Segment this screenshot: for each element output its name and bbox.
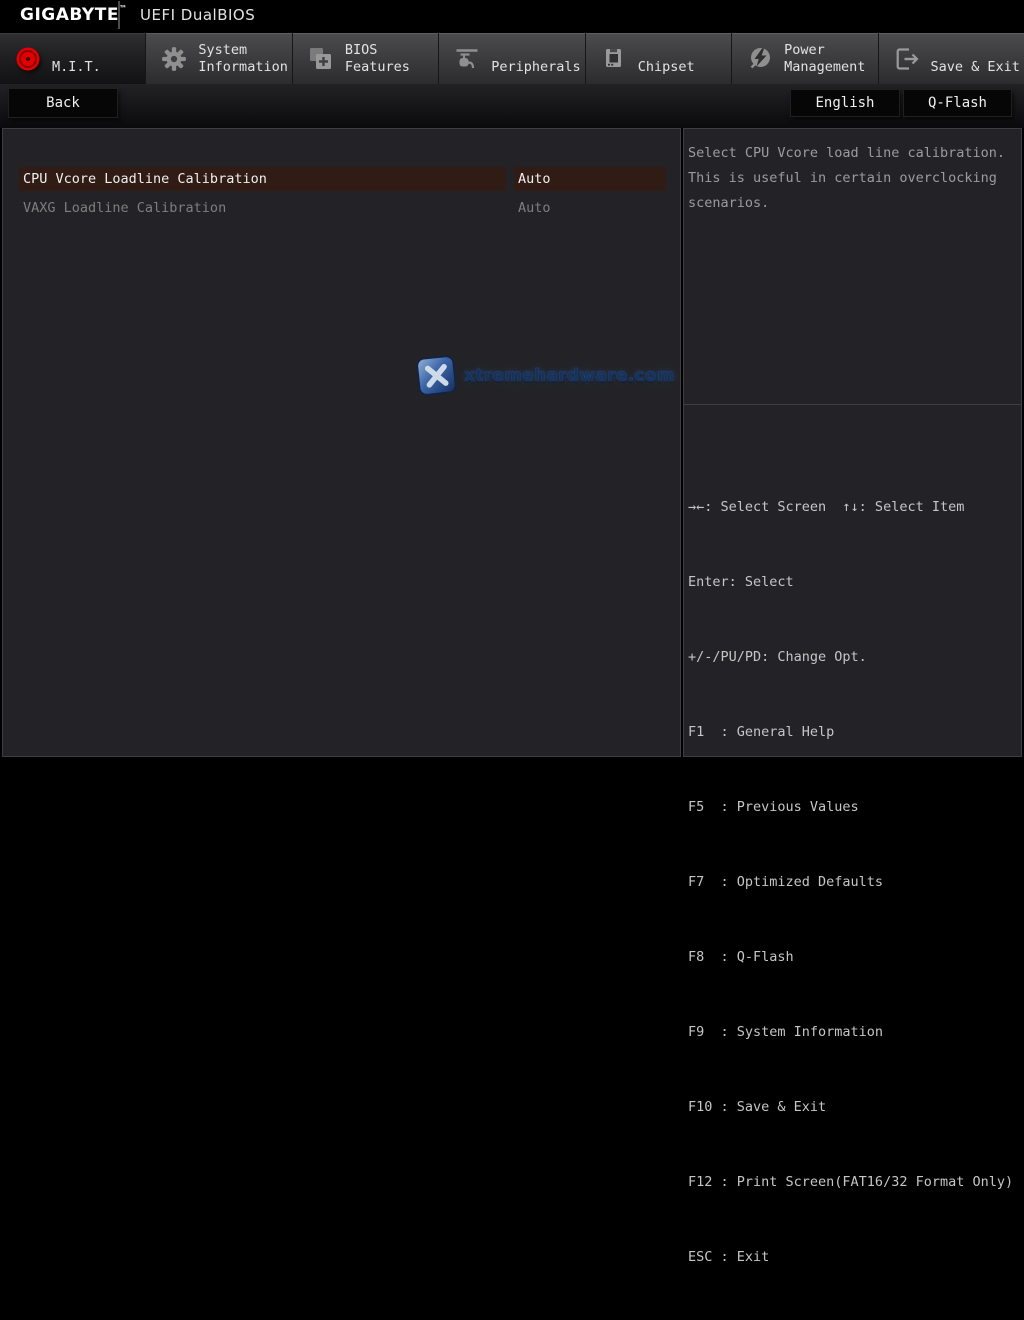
top-bar: GIGABYTE™ UEFI DualBIOS [0,0,1024,30]
gigabyte-logo: GIGABYTE™ [20,4,128,25]
save-exit-icon [896,47,919,70]
tab-label: Chipset [637,59,695,75]
legend-line: →←: Select Screen ↑↓: Select Item [688,499,965,515]
gear-icon [162,46,187,71]
legend-line: F7 : Optimized Defaults [688,874,884,890]
legend-line: F8 : Q-Flash [688,949,794,965]
chipset-icon [605,48,621,67]
tab-label: BIOS Features [344,42,410,75]
topbar-divider [118,1,120,29]
legend-line: ESC : Exit [688,1249,770,1265]
watermark: xtremehardware.com [416,355,675,396]
mit-icon [16,47,40,70]
tab-system-information[interactable]: System Information [145,33,292,84]
tab-chipset[interactable]: Chipset [584,33,732,84]
help-description: Select CPU Vcore load line calibration. … [688,145,1005,211]
tab-mit[interactable]: M.I.T. [0,33,146,84]
legend-line: F10 : Save & Exit [688,1099,827,1115]
toolbar-row: Back English Q-Flash [0,84,1024,128]
bios-chip-icon [309,47,331,69]
qflash-button[interactable]: Q-Flash [903,89,1012,117]
legend-line: F5 : Previous Values [688,799,859,815]
legend-line: F12 : Print Screen(FAT16/32 Format Only) [688,1174,1014,1190]
bios-title: UEFI DualBIOS [140,6,256,24]
language-button[interactable]: English [790,89,900,117]
setting-label[interactable]: VAXG Loadline Calibration [19,196,506,220]
help-panel: Select CPU Vcore load line calibration. … [683,128,1022,1265]
watermark-text: xtremehardware.com [464,366,675,386]
tab-label: Power Management [784,42,866,75]
legend-line: Enter: Select [688,574,794,590]
peripherals-icon [456,48,478,68]
tab-label: System Information [198,42,288,75]
tab-peripherals[interactable]: Peripherals [438,33,585,84]
setting-label[interactable]: CPU Vcore Loadline Calibration [19,167,506,191]
tab-label: Save & Exit [930,59,1020,75]
legend-line: F1 : General Help [688,724,835,740]
tab-save-exit[interactable]: Save & Exit [877,33,1024,84]
tab-bar: M.I.T. System Information BIOS Features … [0,30,1024,84]
tab-bios-features[interactable]: BIOS Features [291,33,439,84]
legend-line: +/-/PU/PD: Change Opt. [688,649,867,665]
x-logo [416,355,457,396]
setting-value[interactable]: Auto [514,196,666,220]
power-icon [750,47,771,68]
tab-label: Peripherals [491,59,581,75]
tab-label: M.I.T. [52,59,101,75]
settings-panel: CPU Vcore Loadline Calibration Auto VAXG… [2,128,681,757]
setting-value[interactable]: Auto [514,167,666,191]
tab-power-management[interactable]: Power Management [731,33,878,84]
legend-line: F9 : System Information [688,1024,884,1040]
back-button[interactable]: Back [8,88,118,118]
panel-divider [684,404,1021,405]
hotkey-legend: →←: Select Screen ↑↓: Select Item Enter:… [688,445,1013,1320]
